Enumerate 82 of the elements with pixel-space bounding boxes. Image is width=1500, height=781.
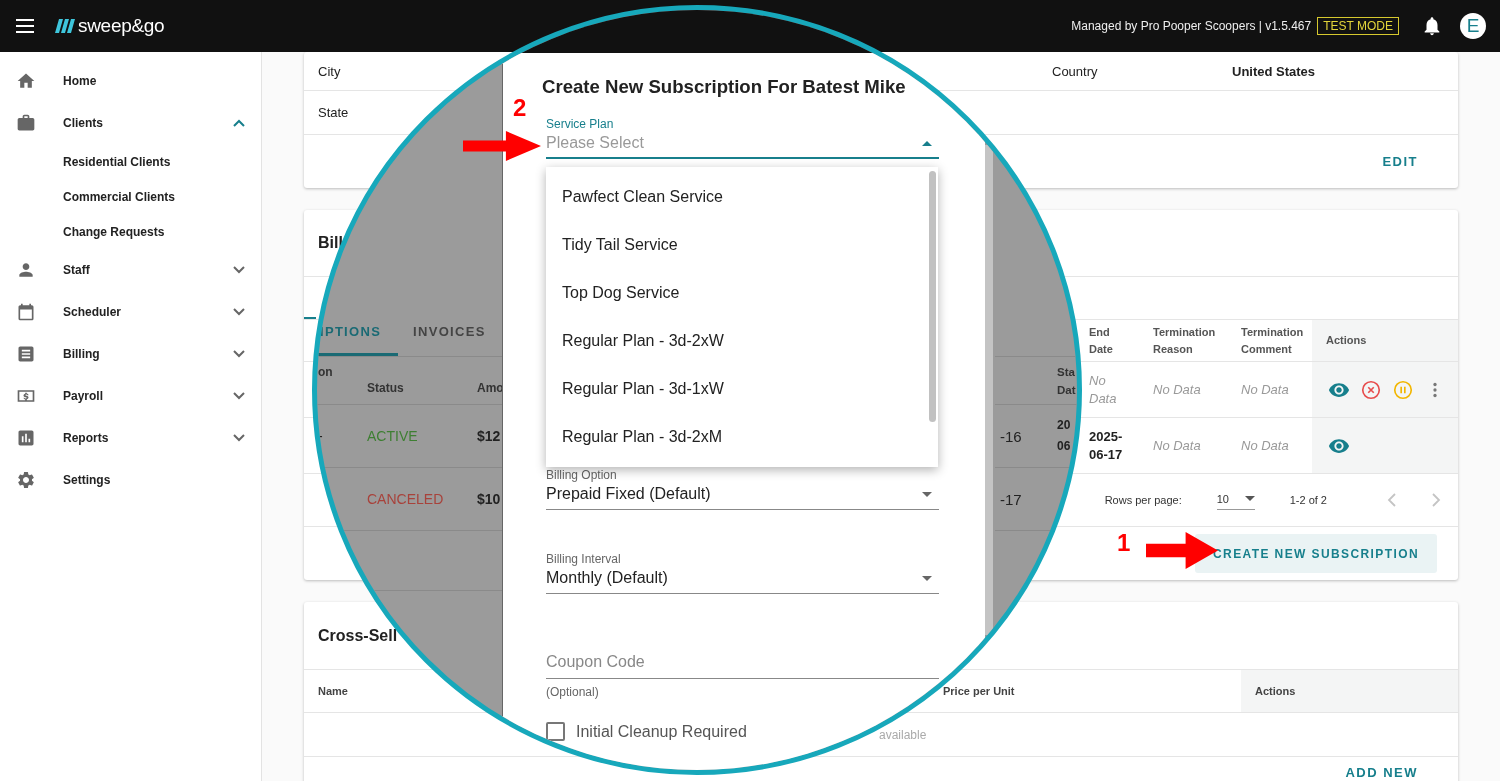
nav-item[interactable]: Clients (0, 102, 261, 144)
table-cell: No Data (1139, 418, 1227, 474)
field-label: Billing Option (546, 468, 618, 482)
table-cell-text: -16 (999, 426, 1022, 447)
nav-item[interactable]: Reports (0, 417, 261, 459)
step-number: 2 (513, 94, 527, 122)
tab[interactable]: INVOICES (410, 309, 503, 356)
arrow-icon (463, 131, 541, 161)
dropdown-option[interactable]: Regular Plan - 3d-2xM (546, 413, 926, 461)
column-header: Termination Reason (1139, 320, 1227, 362)
column-header: on (317, 364, 334, 381)
account-info: Managed by Pro Pooper Scoopers | v1.5.467 (1071, 19, 1312, 33)
field-label: City (318, 63, 341, 79)
status-text: ACTIVE (367, 427, 419, 446)
coupon-field[interactable]: Coupon Code (546, 650, 939, 679)
field-value: United States (1232, 63, 1316, 79)
logo-icon (55, 19, 75, 33)
table-cell-text: $12 (477, 427, 502, 446)
status-text: CANCELED (367, 490, 445, 509)
nav-item[interactable]: Home (0, 60, 261, 102)
settings-icon (16, 470, 36, 490)
column-header: Sta Dat (1057, 364, 1077, 398)
chevron-down-icon[interactable] (233, 392, 245, 400)
nav-item[interactable]: Scheduler (0, 291, 261, 333)
field-label: Country (1052, 63, 1098, 79)
select-field[interactable]: Prepaid Fixed (Default) (546, 482, 939, 510)
chevron-down-icon[interactable] (233, 434, 245, 442)
caret-down-icon (1244, 496, 1255, 501)
nav-item[interactable]: Payroll (0, 375, 261, 417)
nav-item[interactable]: Settings (0, 459, 261, 501)
scrollbar[interactable] (985, 145, 993, 635)
chevron-down-icon[interactable] (233, 308, 245, 316)
table-cell: - (318, 428, 323, 444)
rows-per-page-label: Rows per page: (1104, 494, 1182, 506)
field-label: State (318, 105, 349, 120)
select-field[interactable]: Monthly (Default) (546, 566, 939, 594)
list-icon (16, 344, 36, 364)
table-cell-text: 20 06 (1057, 417, 1071, 455)
rows-per-page-select[interactable]: 10 (1216, 490, 1255, 510)
chevron-down-icon[interactable] (233, 350, 245, 358)
dropdown-option[interactable]: Regular Plan - 3d-1xW (546, 365, 926, 413)
scrollbar[interactable] (929, 171, 936, 422)
user-avatar[interactable]: E (1460, 13, 1486, 39)
field-label: Billing Interval (546, 552, 622, 566)
checkbox-label: Initial Cleanup Required (576, 722, 747, 741)
nav-item[interactable]: Staff (0, 249, 261, 291)
field-hint: (Optional) (546, 685, 600, 699)
home-icon (16, 71, 36, 91)
mode-badge: TEST MODE (1317, 17, 1399, 35)
dropdown-option[interactable]: Top Dog Service (546, 269, 926, 317)
card-title: Cross-Sell (318, 626, 398, 645)
column-header: Status (367, 379, 405, 397)
step-number: 1 (1117, 529, 1131, 557)
nav-subitem[interactable]: Commercial Clients (0, 179, 261, 214)
field-label: Service Plan (546, 117, 615, 131)
column-header: Actions (1312, 320, 1458, 362)
checkbox[interactable] (546, 722, 565, 741)
nav-item[interactable]: Billing (0, 333, 261, 375)
bar-chart-icon (16, 428, 36, 448)
table-cell-text: $10 (477, 490, 502, 509)
cancel-icon[interactable] (1360, 378, 1382, 401)
dialog-title: Create New Subscription For Batest Mike (542, 75, 907, 99)
table-cell: No Data (1139, 362, 1227, 418)
page-range: 1-2 of 2 (1289, 494, 1327, 506)
create-subscription-button[interactable]: CREATE NEW SUBSCRIPTION (1195, 534, 1437, 573)
brand-name: sweep&go (78, 15, 165, 37)
dropdown-option[interactable]: Tidy Tail Service (546, 221, 926, 269)
briefcase-icon (16, 113, 36, 133)
table-cell-text: -17 (999, 489, 1022, 510)
menu-icon[interactable] (16, 19, 34, 33)
add-new-button[interactable]: ADD NEW (1345, 765, 1418, 780)
dropdown-option[interactable]: Regular Plan - 3d-2xW (546, 317, 926, 365)
dropdown-option[interactable]: Pawfect Clean Service (546, 173, 926, 221)
edit-button[interactable]: EDIT (1382, 154, 1418, 169)
empty-message: available (879, 727, 927, 742)
nav-subitem[interactable]: Change Requests (0, 214, 261, 249)
chevron-up-icon[interactable] (233, 119, 245, 127)
calendar-icon (16, 302, 36, 322)
column-header: Actions (1241, 670, 1458, 713)
chevron-down-icon[interactable] (233, 266, 245, 274)
card-title: Bill (318, 234, 343, 252)
nav-subitem[interactable]: Residential Clients (0, 144, 261, 179)
